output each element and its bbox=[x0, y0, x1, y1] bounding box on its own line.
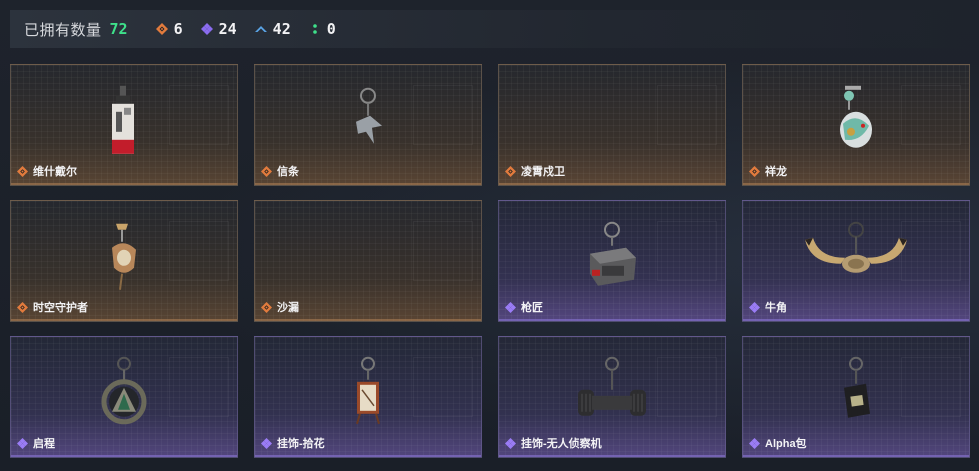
purple-diamond-icon bbox=[749, 301, 760, 313]
stat-purple: 24 bbox=[200, 20, 237, 38]
charm-name: 沙漏 bbox=[261, 299, 299, 315]
orange-diamond-icon bbox=[261, 301, 272, 313]
stat-blue: 42 bbox=[254, 20, 291, 38]
charm-name: Alpha包 bbox=[749, 435, 807, 451]
guardian-charm-icon bbox=[112, 223, 136, 290]
rarity-bar bbox=[743, 455, 969, 457]
charm-card[interactable]: Alpha包 bbox=[742, 336, 970, 458]
charm-card[interactable]: 时空守护者 bbox=[10, 200, 238, 322]
card-decoration bbox=[169, 357, 229, 417]
charm-card[interactable]: 挂饰-拾花 bbox=[254, 336, 482, 458]
rarity-bar bbox=[499, 319, 725, 321]
stat-orange: 6 bbox=[155, 20, 183, 38]
owned-count: 72 bbox=[109, 20, 128, 38]
owned-label: 已拥有数量 bbox=[24, 21, 102, 39]
box-charm-icon bbox=[590, 221, 636, 286]
owned-summary-bar: 已拥有数量 72 6 24 42 0 bbox=[10, 10, 979, 48]
stat-green: 0 bbox=[309, 20, 336, 38]
card-decoration bbox=[657, 357, 717, 417]
charm-name-label: 祥龙 bbox=[765, 166, 787, 178]
rarity-bar bbox=[255, 319, 481, 321]
green-dots-icon bbox=[312, 24, 317, 34]
charm-name: 枪匠 bbox=[505, 299, 543, 315]
stat-purple-count: 24 bbox=[218, 20, 237, 38]
horn-charm-icon bbox=[805, 221, 907, 273]
purple-diamond-icon bbox=[17, 437, 28, 449]
charm-name: 挂饰-无人侦察机 bbox=[505, 435, 602, 451]
card-decoration bbox=[657, 85, 717, 145]
rarity-bar bbox=[255, 183, 481, 185]
charm-card[interactable]: 祥龙 bbox=[742, 64, 970, 186]
card-decoration bbox=[413, 357, 473, 417]
blue-chevron-icon bbox=[254, 26, 267, 32]
card-decoration bbox=[657, 221, 717, 281]
charm-card[interactable]: 枪匠 bbox=[498, 200, 726, 322]
charm-name: 维什戴尔 bbox=[17, 163, 77, 179]
orange-diamond-icon bbox=[17, 301, 28, 313]
bag-charm-icon bbox=[844, 356, 870, 418]
purple-diamond-icon bbox=[749, 437, 760, 449]
charm-name-label: 启程 bbox=[33, 438, 55, 450]
rarity-bar bbox=[255, 455, 481, 457]
charm-name-label: 信条 bbox=[277, 166, 299, 178]
rarity-bar bbox=[11, 319, 237, 321]
charm-name: 信条 bbox=[261, 163, 299, 179]
charm-name-label: 挂饰-拾花 bbox=[277, 438, 325, 450]
stat-orange-count: 6 bbox=[173, 20, 183, 38]
card-decoration bbox=[901, 85, 961, 145]
charm-name-label: 时空守护者 bbox=[33, 302, 88, 314]
charm-name: 启程 bbox=[17, 435, 55, 451]
rarity-bar bbox=[11, 183, 237, 185]
orange-diamond-icon bbox=[261, 165, 272, 177]
charm-name: 挂饰-拾花 bbox=[261, 435, 325, 451]
dragon-charm-icon bbox=[840, 85, 872, 148]
charm-card[interactable]: 信条 bbox=[254, 64, 482, 186]
drone-charm-icon bbox=[578, 356, 646, 416]
card-decoration bbox=[169, 85, 229, 145]
rarity-bar bbox=[743, 319, 969, 321]
orange-diamond-icon bbox=[505, 165, 516, 177]
charm-card[interactable]: 挂饰-无人侦察机 bbox=[498, 336, 726, 458]
bird-charm-icon bbox=[356, 87, 382, 144]
stat-blue-count: 42 bbox=[272, 20, 291, 38]
orange-diamond-icon bbox=[155, 23, 168, 35]
rarity-bar bbox=[743, 183, 969, 185]
card-decoration bbox=[413, 85, 473, 145]
charm-name-label: 维什戴尔 bbox=[33, 166, 77, 178]
charm-card[interactable]: 启程 bbox=[10, 336, 238, 458]
charm-name-label: 凌霄戍卫 bbox=[521, 166, 565, 178]
orange-diamond-icon bbox=[749, 165, 760, 177]
purple-diamond-icon bbox=[505, 301, 516, 313]
charm-name-label: 枪匠 bbox=[521, 302, 543, 314]
rarity-bar bbox=[499, 455, 725, 457]
purple-diamond-icon bbox=[200, 23, 213, 35]
purple-diamond-icon bbox=[505, 437, 516, 449]
charm-grid: 维什戴尔 信条 凌霄戍卫 祥龙 时空守护者 沙漏 枪匠 牛角 启程 挂饰-拾花 … bbox=[10, 64, 970, 458]
card-decoration bbox=[169, 221, 229, 281]
purple-diamond-icon bbox=[261, 437, 272, 449]
charm-name: 牛角 bbox=[749, 299, 787, 315]
charm-name-label: 牛角 bbox=[765, 302, 787, 314]
rarity-bar bbox=[499, 183, 725, 185]
charm-card[interactable]: 维什戴尔 bbox=[10, 64, 238, 186]
sign-charm-icon bbox=[356, 356, 380, 425]
charm-name: 凌霄戍卫 bbox=[505, 163, 565, 179]
card-decoration bbox=[901, 357, 961, 417]
charm-card[interactable]: 凌霄戍卫 bbox=[498, 64, 726, 186]
tag-charm-icon bbox=[112, 85, 134, 154]
charm-name-label: 挂饰-无人侦察机 bbox=[521, 438, 602, 450]
ring-charm-icon bbox=[101, 356, 147, 425]
charm-card[interactable]: 牛角 bbox=[742, 200, 970, 322]
charm-card[interactable]: 沙漏 bbox=[254, 200, 482, 322]
charm-name: 时空守护者 bbox=[17, 299, 88, 315]
rarity-bar bbox=[11, 455, 237, 457]
card-decoration bbox=[413, 221, 473, 281]
charm-name: 祥龙 bbox=[749, 163, 787, 179]
orange-diamond-icon bbox=[17, 165, 28, 177]
charm-name-label: Alpha包 bbox=[765, 438, 807, 450]
stat-green-count: 0 bbox=[326, 20, 336, 38]
charm-name-label: 沙漏 bbox=[277, 302, 299, 314]
